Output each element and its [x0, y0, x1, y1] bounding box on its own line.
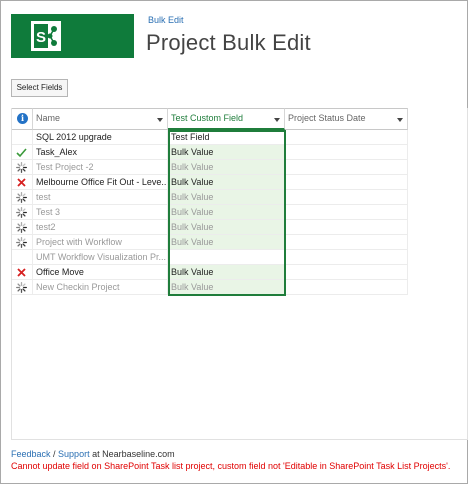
footer-links: Feedback / Support at Nearbaseline.com — [11, 449, 175, 459]
status-date-cell[interactable] — [285, 190, 408, 205]
table-row[interactable]: UMT Workflow Visualization Pr... — [12, 250, 408, 265]
custom-field-cell[interactable]: Bulk Value — [168, 220, 285, 235]
status-date-cell[interactable] — [285, 250, 408, 265]
column-header-name[interactable]: Name — [33, 108, 168, 130]
status-date-cell[interactable] — [285, 235, 408, 250]
name-cell[interactable]: Office Move — [33, 265, 168, 280]
chevron-down-icon[interactable] — [274, 118, 280, 122]
error-x-icon — [16, 177, 27, 188]
name-cell[interactable]: New Checkin Project — [33, 280, 168, 295]
table-row[interactable]: SQL 2012 upgrade Test Field — [12, 130, 408, 145]
table-row[interactable]: Test Project -2 Bulk Value — [12, 160, 408, 175]
name-cell[interactable]: Project with Workflow — [33, 235, 168, 250]
custom-field-cell[interactable]: Bulk Value — [168, 280, 285, 295]
name-cell[interactable]: test — [33, 190, 168, 205]
status-cell — [12, 250, 33, 265]
chevron-down-icon[interactable] — [397, 118, 403, 122]
status-cell — [12, 205, 33, 220]
custom-field-cell[interactable]: Test Field — [168, 130, 285, 145]
status-cell — [12, 190, 33, 205]
spinner-icon — [16, 162, 27, 173]
status-cell — [12, 160, 33, 175]
table-row[interactable]: Melbourne Office Fit Out - Leve... Bulk V… — [12, 175, 408, 190]
table-row[interactable]: Test 3 Bulk Value — [12, 205, 408, 220]
status-date-cell[interactable] — [285, 175, 408, 190]
spinner-icon — [16, 222, 27, 233]
support-link[interactable]: Support — [58, 449, 90, 459]
name-cell[interactable]: Melbourne Office Fit Out - Leve... — [33, 175, 168, 190]
spinner-icon — [16, 282, 27, 293]
support-suffix: at Nearbaseline.com — [89, 449, 175, 459]
table-row[interactable]: Project with Workflow Bulk Value — [12, 235, 408, 250]
custom-field-cell[interactable]: Bulk Value — [168, 205, 285, 220]
breadcrumb[interactable]: Bulk Edit — [148, 15, 184, 25]
svg-text:S: S — [36, 29, 46, 46]
status-date-cell[interactable] — [285, 130, 408, 145]
column-header-test-custom-field[interactable]: Test Custom Field — [168, 108, 285, 130]
custom-field-cell[interactable]: Bulk Value — [168, 235, 285, 250]
info-icon[interactable]: i — [17, 113, 28, 124]
custom-field-cell[interactable]: Bulk Value — [168, 145, 285, 160]
name-cell[interactable]: SQL 2012 upgrade — [33, 130, 168, 145]
spinner-icon — [16, 237, 27, 248]
table-row[interactable]: Office Move Bulk Value — [12, 265, 408, 280]
column-header-label: Name — [36, 113, 61, 123]
name-cell[interactable]: Task_Alex — [33, 145, 168, 160]
status-cell — [12, 235, 33, 250]
status-date-cell[interactable] — [285, 220, 408, 235]
status-date-cell[interactable] — [285, 145, 408, 160]
select-fields-button[interactable]: Select Fields — [11, 79, 68, 97]
table-row[interactable]: Task_Alex Bulk Value — [12, 145, 408, 160]
status-date-cell[interactable] — [285, 280, 408, 295]
chevron-down-icon[interactable] — [157, 118, 163, 122]
custom-field-cell[interactable]: Bulk Value — [168, 190, 285, 205]
spinner-icon — [16, 207, 27, 218]
footer-separator: / — [50, 449, 59, 459]
custom-field-cell[interactable] — [168, 250, 285, 265]
status-cell — [12, 175, 33, 190]
error-message: Cannot update field on SharePoint Task l… — [11, 461, 451, 471]
custom-field-cell[interactable]: Bulk Value — [168, 265, 285, 280]
status-cell — [12, 220, 33, 235]
status-cell — [12, 145, 33, 160]
bulk-edit-grid: i Name Test Custom Field Project Status … — [11, 108, 468, 440]
status-date-cell[interactable] — [285, 160, 408, 175]
table-row[interactable]: test Bulk Value — [12, 190, 408, 205]
feedback-link[interactable]: Feedback — [11, 449, 51, 459]
sharepoint-logo[interactable]: S — [11, 14, 134, 58]
column-header-label: Project Status Date — [288, 113, 366, 123]
status-date-cell[interactable] — [285, 265, 408, 280]
column-header-label: Test Custom Field — [171, 113, 244, 123]
status-date-cell[interactable] — [285, 205, 408, 220]
spinner-icon — [16, 192, 27, 203]
status-cell — [12, 280, 33, 295]
error-x-icon — [16, 267, 27, 278]
table-row[interactable]: New Checkin Project Bulk Value — [12, 280, 408, 295]
name-cell[interactable]: UMT Workflow Visualization Pr... — [33, 250, 168, 265]
name-cell[interactable]: Test 3 — [33, 205, 168, 220]
column-header-status: i — [12, 108, 33, 130]
custom-field-cell[interactable]: Bulk Value — [168, 160, 285, 175]
name-cell[interactable]: Test Project -2 — [33, 160, 168, 175]
table-row[interactable]: test2 Bulk Value — [12, 220, 408, 235]
custom-field-cell[interactable]: Bulk Value — [168, 175, 285, 190]
status-cell — [12, 265, 33, 280]
name-cell[interactable]: test2 — [33, 220, 168, 235]
column-header-project-status-date[interactable]: Project Status Date — [285, 108, 408, 130]
sharepoint-icon: S — [31, 21, 61, 51]
page-title: Project Bulk Edit — [146, 30, 311, 55]
status-cell — [12, 130, 33, 145]
checkmark-icon — [16, 147, 27, 158]
